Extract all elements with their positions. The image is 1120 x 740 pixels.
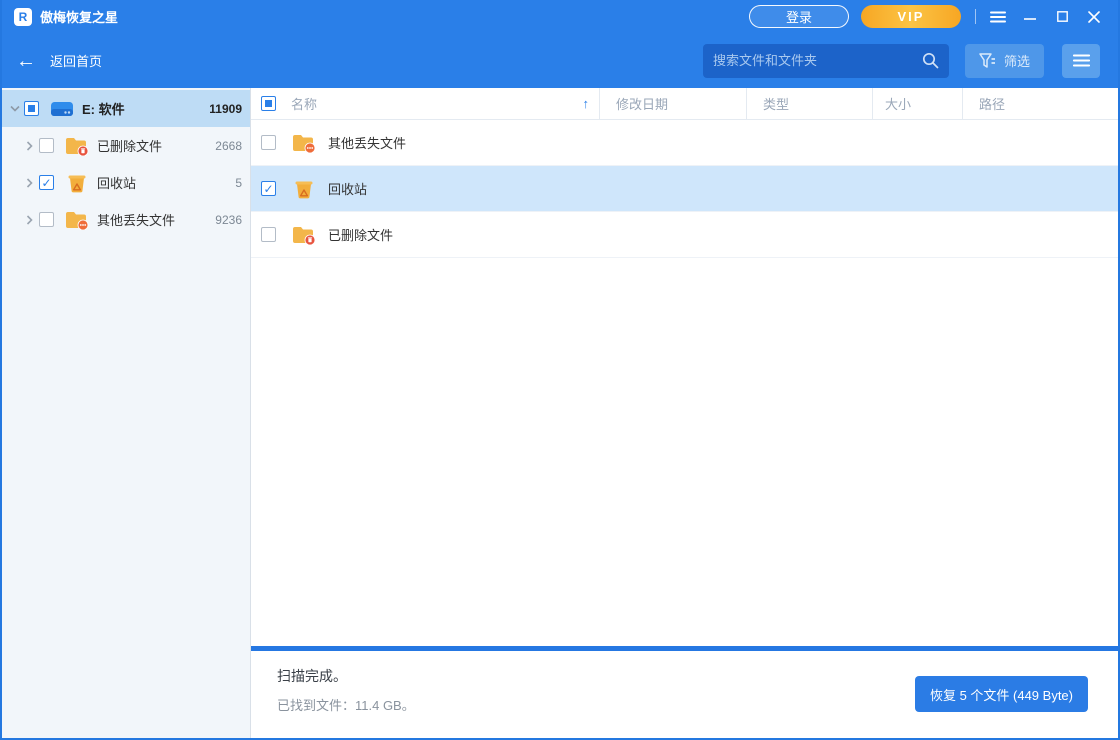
chevron-right-icon[interactable] — [22, 215, 37, 225]
column-label-name: 名称 — [291, 94, 317, 113]
other-lost-files-checkbox[interactable] — [39, 212, 54, 227]
statusbar: 扫描完成。 已找到文件：11.4 GB。 恢复 5 个文件 (449 Byte) — [251, 651, 1118, 738]
vip-button[interactable]: VIP — [861, 5, 961, 28]
select-all-checkbox[interactable] — [261, 96, 276, 111]
column-header-type[interactable]: 类型 — [746, 88, 872, 119]
sidebar-item-recycle-bin[interactable]: 回收站 5 — [2, 164, 250, 201]
recycle-bin-icon — [65, 173, 89, 193]
maximize-button[interactable] — [1046, 4, 1078, 30]
sidebar-item-deleted-files[interactable]: 已删除文件 2668 — [2, 127, 250, 164]
row-checkbox[interactable] — [261, 181, 276, 196]
folder-lost-icon — [65, 210, 89, 230]
drive-icon — [50, 99, 74, 119]
table-row-other-lost-files[interactable]: 其他丢失文件 — [251, 120, 1118, 166]
recover-button[interactable]: 恢复 5 个文件 (449 Byte) — [915, 676, 1088, 712]
table-empty-area — [251, 258, 1118, 646]
app-title: 傲梅恢复之星 — [40, 7, 118, 26]
close-button[interactable] — [1078, 4, 1110, 30]
column-header-modified[interactable]: 修改日期 — [599, 88, 746, 119]
filter-label: 筛选 — [1004, 51, 1030, 70]
sidebar-item-other-lost-files[interactable]: 其他丢失文件 9236 — [2, 201, 250, 238]
row-checkbox[interactable] — [261, 135, 276, 150]
row-name: 回收站 — [328, 179, 367, 198]
back-arrow-icon[interactable]: ← — [16, 51, 36, 71]
row-name: 其他丢失文件 — [328, 133, 406, 152]
search-input[interactable] — [713, 53, 922, 68]
sidebar-item-label: 已删除文件 — [97, 136, 162, 155]
row-name: 已删除文件 — [328, 225, 393, 244]
sidebar: E: 软件 11909 已删除文件 2668 — [2, 88, 251, 738]
minimize-icon — [1024, 11, 1036, 23]
column-header-size[interactable]: 大小 — [872, 88, 962, 119]
chevron-right-icon[interactable] — [22, 178, 37, 188]
column-header-name[interactable]: 名称 ↑ — [251, 88, 599, 119]
titlebar-separator — [975, 9, 976, 24]
column-header-path[interactable]: 路径 — [962, 88, 1118, 119]
maximize-icon — [1057, 11, 1068, 22]
drive-e-checkbox[interactable] — [24, 101, 39, 116]
sidebar-item-label: 回收站 — [97, 173, 136, 192]
app-logo-icon: R — [14, 8, 32, 26]
funnel-icon — [979, 53, 996, 69]
chevron-right-icon[interactable] — [22, 141, 37, 151]
sidebar-item-label: E: 软件 — [82, 99, 125, 118]
chevron-down-icon[interactable] — [7, 105, 22, 112]
sidebar-item-count: 2668 — [215, 139, 242, 153]
back-home-button[interactable]: 返回首页 — [50, 51, 102, 70]
close-icon — [1088, 11, 1100, 23]
app-window: R 傲梅恢复之星 登录 VIP ← 返回首页 — [0, 0, 1120, 740]
sidebar-item-count: 9236 — [215, 213, 242, 227]
view-menu-button[interactable] — [1062, 44, 1100, 78]
minimize-button[interactable] — [1014, 4, 1046, 30]
titlebar: R 傲梅恢复之星 登录 VIP — [2, 0, 1118, 33]
recycle-bin-checkbox[interactable] — [39, 175, 54, 190]
file-table: 名称 ↑ 修改日期 类型 大小 路径 其他丢失文件 — [251, 88, 1118, 738]
table-header: 名称 ↑ 修改日期 类型 大小 路径 — [251, 88, 1118, 120]
table-row-recycle-bin[interactable]: 回收站 — [251, 166, 1118, 212]
sort-ascending-icon[interactable]: ↑ — [583, 96, 590, 111]
folder-lost-icon — [292, 133, 316, 153]
table-row-deleted-files[interactable]: 已删除文件 — [251, 212, 1118, 258]
search-icon[interactable] — [922, 52, 939, 69]
hamburger-icon — [1073, 54, 1090, 67]
sidebar-item-label: 其他丢失文件 — [97, 210, 175, 229]
toolbar: ← 返回首页 筛选 — [2, 33, 1118, 88]
titlebar-menu-button[interactable] — [982, 4, 1014, 30]
sidebar-item-drive-e[interactable]: E: 软件 11909 — [2, 90, 250, 127]
deleted-files-checkbox[interactable] — [39, 138, 54, 153]
filter-button[interactable]: 筛选 — [965, 44, 1044, 78]
row-checkbox[interactable] — [261, 227, 276, 242]
app-body: E: 软件 11909 已删除文件 2668 — [2, 88, 1118, 738]
recycle-bin-icon — [292, 179, 316, 199]
sidebar-item-count: 11909 — [209, 102, 242, 116]
login-button[interactable]: 登录 — [749, 5, 849, 28]
hamburger-icon — [990, 11, 1006, 23]
folder-deleted-icon — [65, 136, 89, 156]
folder-deleted-icon — [292, 225, 316, 245]
search-box — [703, 44, 949, 78]
sidebar-item-count: 5 — [235, 176, 242, 190]
